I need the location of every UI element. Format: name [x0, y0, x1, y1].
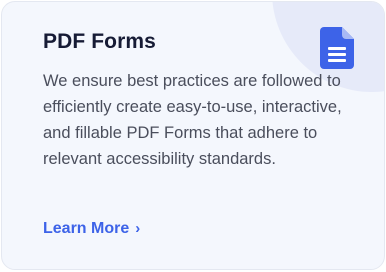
card-title: PDF Forms: [43, 30, 156, 53]
document-icon: [320, 27, 354, 69]
chevron-right-icon: ›: [135, 220, 141, 237]
learn-more-link[interactable]: Learn More ›: [43, 220, 140, 238]
pdf-forms-card: PDF Forms We ensure best practices are f…: [1, 1, 385, 270]
card-description: We ensure best practices are followed to…: [43, 72, 342, 168]
learn-more-label: Learn More: [43, 220, 130, 237]
